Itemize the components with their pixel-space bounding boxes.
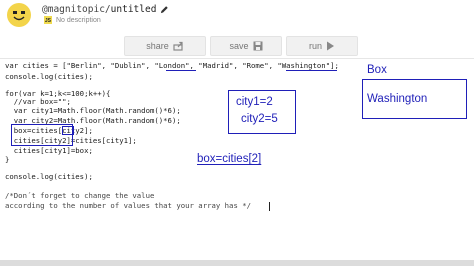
smiley-face-icon [13,11,25,21]
floppy-disk-icon [253,41,262,51]
annotation-washington: Washington [367,93,428,105]
code-line-13[interactable]: console.log(cities); [5,172,93,182]
code-line-10[interactable]: cities[city1]=box; [5,146,93,156]
user-avatar[interactable] [7,3,31,27]
run-button[interactable]: run [286,36,358,56]
pencil-edit-icon[interactable] [160,5,169,14]
annotation-box-assignment: box=cities[2] [197,153,262,165]
bottom-scroll-bar[interactable] [0,260,474,266]
username-link[interactable]: @magnitopic [42,4,105,15]
annotation-box-title: Box [367,64,387,76]
project-name[interactable]: untitled [111,4,157,15]
code-line-2[interactable]: console.log(cities); [5,72,93,82]
london-underline [166,70,196,71]
share-label: share [146,41,169,51]
code-line-6[interactable]: var city1=Math.floor(Math.random()*6); [5,106,181,116]
text-cursor [269,202,270,211]
washington-underline [286,70,337,71]
save-button[interactable]: save [210,36,282,56]
annotation-city2-highlight [62,126,74,135]
share-icon [173,41,183,51]
code-line-16[interactable]: according to the number of values that y… [5,201,251,211]
js-language-badge: JS [44,16,52,24]
code-line-15[interactable]: /*Don´t forget to change the value [5,191,154,201]
code-line-11[interactable]: } [5,155,9,165]
annotation-city2: city2=5 [241,113,278,125]
annotation-city1: city1=2 [236,96,273,108]
toolbar-divider [0,58,474,59]
project-header: @magnitopic / untitled JS No description [0,0,474,30]
project-description[interactable]: No description [56,17,101,24]
run-label: run [308,41,322,51]
description-line: JS No description [44,15,101,25]
project-title-line: @magnitopic / untitled [42,3,169,15]
share-button[interactable]: share [124,36,206,56]
play-icon [327,41,334,51]
save-label: save [229,41,249,51]
